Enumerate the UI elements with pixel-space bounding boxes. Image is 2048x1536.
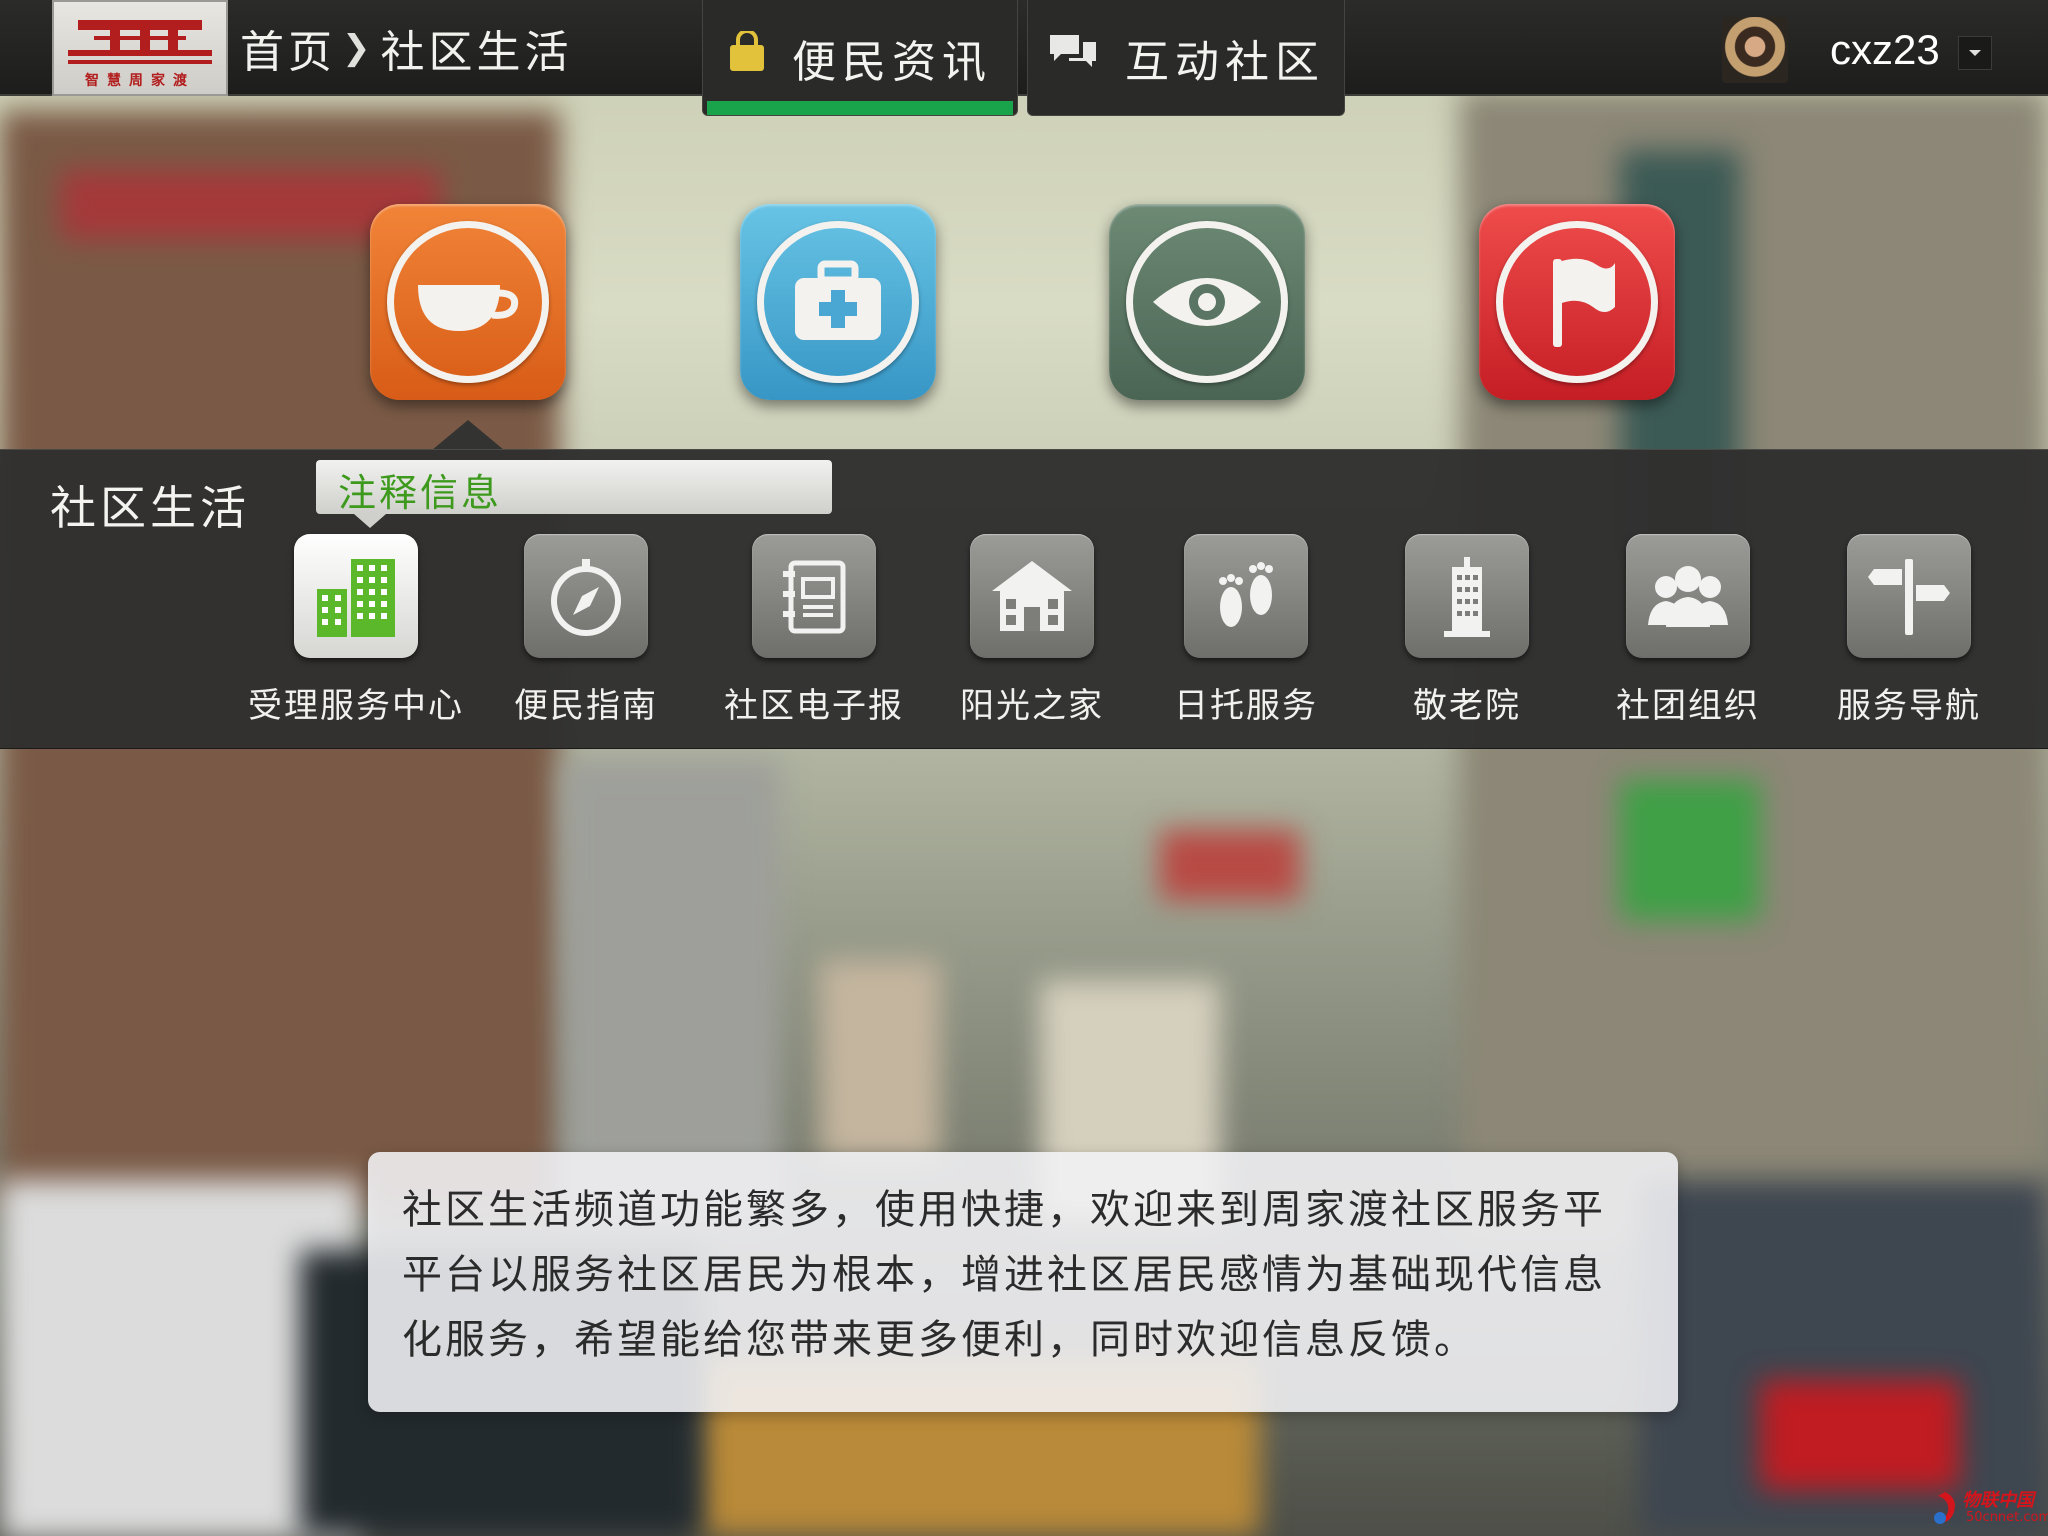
signpost-icon: [1868, 559, 1950, 635]
coffee-cup-icon: [418, 285, 519, 331]
service-day-care[interactable]: 日托服务: [1136, 534, 1356, 726]
tooltip-tail: [354, 514, 386, 528]
flag-icon: [1553, 258, 1615, 347]
shopping-bag-icon: [728, 29, 766, 84]
service-acceptance-center[interactable]: 受理服务中心: [246, 534, 466, 726]
medical-kit-icon: [795, 260, 881, 340]
notebook-icon: [783, 560, 846, 634]
description-line: 社区生活频道功能繁多，使用快捷，欢迎来到周家渡社区服务平: [402, 1187, 1606, 1233]
buildings-icon: [317, 559, 395, 637]
tab-interactive-community[interactable]: 互动社区: [1027, 0, 1345, 116]
group-people-icon: [1648, 566, 1728, 627]
watermark-url: 50cnnet.com: [1966, 1510, 2048, 1525]
tooltip: 注释信息: [316, 460, 832, 515]
chevron-down-icon: [1969, 50, 1981, 56]
avatar[interactable]: [1722, 17, 1788, 83]
breadcrumb-separator-icon: ❯: [342, 28, 375, 68]
category-watch-button[interactable]: [1109, 204, 1305, 400]
tab-convenience-news[interactable]: 便民资讯: [702, 0, 1018, 116]
watermark-text: 物联中国: [1962, 1490, 2034, 1511]
app-logo[interactable]: 智慧周家渡: [52, 0, 228, 96]
service-label: 服务导航: [1837, 686, 1981, 726]
user-menu-dropdown-button[interactable]: [1958, 36, 1992, 70]
service-community-groups[interactable]: 社团组织: [1578, 534, 1798, 726]
tab-convenience-news-label: 便民资讯: [792, 36, 992, 88]
channel-description: 社区生活频道功能繁多，使用快捷，欢迎来到周家渡社区服务平 平台以服务社区居民为根…: [368, 1152, 1678, 1412]
footprints-icon: [1219, 562, 1273, 627]
selected-category-pointer: [432, 420, 504, 450]
user-account[interactable]: cxz23: [1722, 16, 1940, 84]
active-tab-indicator: [707, 101, 1013, 115]
tab-interactive-community-label: 互动社区: [1125, 36, 1325, 88]
watermark-logo-icon: [1934, 1492, 1955, 1524]
username: cxz23: [1830, 26, 1940, 73]
description-line: 平台以服务社区居民为根本，增进社区居民感情为基础现代信息: [402, 1252, 1606, 1298]
breadcrumb-current: 社区生活: [380, 27, 573, 78]
watermark: 物联中国 50cnnet.com: [1930, 1486, 2048, 1532]
service-nursing-home[interactable]: 敬老院: [1357, 534, 1577, 726]
service-navigation[interactable]: 服务导航: [1799, 534, 2019, 726]
category-health-button[interactable]: [740, 204, 936, 400]
tower-building-icon: [1444, 557, 1490, 637]
breadcrumb-home-link[interactable]: 首页: [240, 16, 336, 80]
category-activity-button[interactable]: [1479, 204, 1675, 400]
service-label: 便民指南: [514, 686, 658, 726]
service-convenience-guide[interactable]: 便民指南: [476, 534, 696, 726]
community-life-panel: 社区生活 注释信息 受理服务中心 便民指南 社区电子报 阳光之家 日托服务 敬老…: [0, 449, 2048, 749]
description-line: 化服务，希望能给您带来更多便利，同时欢迎信息反馈。: [402, 1317, 1477, 1363]
service-label: 受理服务中心: [248, 686, 464, 726]
service-community-enewspaper[interactable]: 社区电子报: [704, 534, 924, 726]
logo-caption: 智慧周家渡: [85, 73, 195, 89]
compass-icon: [551, 559, 621, 636]
breadcrumb: 首页 ❯ 社区生活: [240, 20, 573, 78]
service-sunshine-home[interactable]: 阳光之家: [922, 534, 1142, 726]
category-community-life-button[interactable]: [370, 204, 566, 400]
panel-title: 社区生活: [50, 481, 250, 535]
house-icon: [992, 561, 1072, 631]
top-navigation-bar: 智慧周家渡 首页 ❯ 社区生活 便民资讯 互动社区 cxz23: [0, 0, 2048, 116]
eye-icon: [1153, 278, 1261, 326]
chat-bubbles-icon: [1047, 32, 1099, 83]
